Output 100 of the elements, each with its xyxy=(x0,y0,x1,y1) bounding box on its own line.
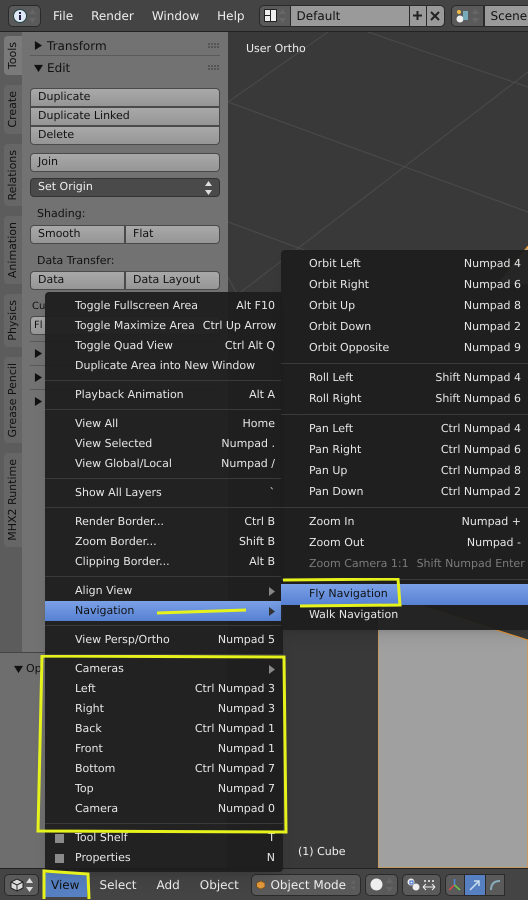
menu-item[interactable]: Right Numpad 3 xyxy=(45,699,283,719)
pivot-dropdown[interactable] xyxy=(402,874,441,896)
add-layout-button[interactable] xyxy=(408,4,427,26)
layout-name-field[interactable]: Default xyxy=(290,4,409,26)
tool-button[interactable]: Flat xyxy=(125,224,220,244)
tool-button[interactable]: Data xyxy=(30,271,125,290)
menu-item[interactable]: Pan Right Ctrl Numpad 6 xyxy=(281,440,528,461)
panel-header[interactable]: Edit xyxy=(30,56,220,80)
tool-button[interactable]: Duplicate Linked xyxy=(30,107,220,126)
shortcut-text: Numpad / xyxy=(221,456,275,472)
menu-item[interactable]: Zoom Border... Shift B xyxy=(45,532,283,552)
menu-item[interactable]: Properties N xyxy=(45,848,283,868)
shortcut-text: Ctrl Numpad 1 xyxy=(194,720,275,737)
menu-item[interactable]: Roll Left Shift Numpad 4 xyxy=(281,368,528,389)
menu-item[interactable]: View Global/Local Numpad / xyxy=(45,454,283,474)
info-editor-button[interactable] xyxy=(8,4,41,26)
menu-bar-item[interactable]: Help xyxy=(211,6,251,24)
close-icon xyxy=(430,10,440,20)
mode-dropdown[interactable]: Object Mode xyxy=(250,874,361,896)
menu-item[interactable]: Orbit Up Numpad 8 xyxy=(281,296,528,317)
up-down-arrows-icon xyxy=(278,8,286,22)
menu-item[interactable]: Orbit Opposite Numpad 9 xyxy=(281,338,528,359)
editor-type-button[interactable] xyxy=(4,874,39,896)
shortcut-text: Ctrl B xyxy=(244,514,275,530)
menu-item[interactable]: Render Border... Ctrl B xyxy=(45,512,283,532)
menu-item[interactable]: Pan Left Ctrl Numpad 4 xyxy=(281,419,528,440)
shading-dropdown[interactable] xyxy=(364,874,398,896)
set-origin-dropdown[interactable]: Set Origin xyxy=(30,178,220,197)
shortcut-text: Shift B xyxy=(238,534,275,550)
checkbox[interactable] xyxy=(54,832,65,844)
tool-button[interactable]: Duplicate xyxy=(30,88,220,107)
up-down-arrows-icon xyxy=(205,180,212,194)
menu-item[interactable]: Orbit Down Numpad 2 xyxy=(281,317,528,338)
menu-item[interactable]: Pan Down Ctrl Numpad 2 xyxy=(281,482,528,503)
menu-item[interactable]: Cameras xyxy=(45,659,283,679)
shortcut-text: Ctrl Up Arrow xyxy=(202,318,276,334)
disclosure-triangle-icon[interactable] xyxy=(34,41,43,50)
header-menu-item[interactable]: Add xyxy=(148,872,188,896)
shortcut-text: Alt A xyxy=(249,386,275,403)
menu-item[interactable]: Zoom Out Numpad - xyxy=(281,533,528,554)
menu-item[interactable]: View Selected Numpad . xyxy=(45,434,283,454)
tool-button[interactable]: Join xyxy=(30,153,220,172)
menu-item[interactable]: View Persp/Ortho Numpad 5 xyxy=(45,630,283,650)
shortcut-text: Ctrl Numpad 3 xyxy=(194,680,275,697)
menu-bar-item[interactable]: File xyxy=(47,6,80,24)
tool-button[interactable]: Smooth xyxy=(30,224,125,244)
menu-item[interactable]: Roll Right Shift Numpad 6 xyxy=(281,389,528,410)
tool-button[interactable]: Delete xyxy=(30,126,220,145)
shortcut-text: Numpad 9 xyxy=(464,340,521,356)
menu-item[interactable]: Bottom Ctrl Numpad 7 xyxy=(45,759,283,779)
menu-item[interactable]: Orbit Left Numpad 4 xyxy=(281,254,528,275)
menu-bar-item[interactable]: Window xyxy=(146,6,206,24)
shortcut-text: Ctrl Numpad 2 xyxy=(440,484,521,500)
header-menu-item[interactable]: Object xyxy=(192,872,247,896)
translate-button[interactable] xyxy=(464,874,485,896)
manipulator-button[interactable] xyxy=(444,874,465,896)
remove-layout-button[interactable] xyxy=(426,4,445,26)
disclosure-triangle-icon[interactable] xyxy=(34,349,43,358)
menu-item[interactable]: Playback Animation Alt A xyxy=(45,385,283,405)
menu-item[interactable]: Clipping Border... Alt B xyxy=(45,552,283,572)
menu-item[interactable]: Show All Layers ` xyxy=(45,483,283,503)
menu-item[interactable]: Duplicate Area into New Window xyxy=(45,356,283,376)
panel-header[interactable]: Transform xyxy=(30,36,220,56)
menu-item[interactable]: Fly Navigation xyxy=(281,584,528,605)
section-label: Data Transfer: xyxy=(36,252,116,268)
disclosure-triangle-icon[interactable] xyxy=(14,664,23,674)
menu-item[interactable]: Walk Navigation xyxy=(281,605,528,626)
header-menu-item[interactable]: Select xyxy=(91,872,145,896)
shortcut-text: Numpad 2 xyxy=(464,319,521,336)
disclosure-triangle-icon[interactable] xyxy=(34,373,43,382)
menu-item[interactable]: Orbit Right Numpad 6 xyxy=(281,275,528,296)
scene-name-field[interactable]: Scene xyxy=(484,4,528,26)
menu-item[interactable]: Camera Numpad 0 xyxy=(45,799,283,819)
menu-item[interactable]: Top Numpad 7 xyxy=(45,779,283,799)
checkbox[interactable] xyxy=(54,852,65,864)
disclosure-triangle-icon[interactable] xyxy=(34,397,43,406)
menu-item[interactable]: Toggle Fullscreen Area Alt F10 xyxy=(45,296,283,316)
menu-item[interactable]: Tool Shelf T xyxy=(45,828,283,848)
menu-item[interactable]: Toggle Maximize Area Ctrl Up Arrow xyxy=(45,316,283,336)
panel-title: Edit xyxy=(47,60,72,77)
menu-item[interactable]: Align View xyxy=(45,581,283,601)
layout-selector[interactable] xyxy=(258,4,291,26)
tool-button[interactable]: Data Layout xyxy=(125,271,220,290)
disclosure-triangle-icon[interactable] xyxy=(34,64,43,72)
rotate-button[interactable] xyxy=(484,874,505,896)
menu-item[interactable]: Toggle Quad View Ctrl Alt Q xyxy=(45,336,283,356)
menu-item[interactable]: Navigation xyxy=(45,601,283,621)
menu-bar-item[interactable]: Render xyxy=(85,6,140,24)
menu-item[interactable]: View All Home xyxy=(45,414,283,434)
grip-icon[interactable] xyxy=(208,42,220,48)
side-tab[interactable]: Tools xyxy=(4,36,22,76)
menu-item[interactable]: Front Numpad 1 xyxy=(45,739,283,759)
highlight-outline xyxy=(42,869,91,900)
menu-item[interactable]: Back Ctrl Numpad 1 xyxy=(45,719,283,739)
scene-selector[interactable] xyxy=(450,4,484,26)
menu-item[interactable]: Left Ctrl Numpad 3 xyxy=(45,679,283,699)
grip-icon[interactable] xyxy=(208,65,220,71)
menu-item[interactable]: Pan Up Ctrl Numpad 8 xyxy=(281,461,528,482)
menu-item[interactable]: Zoom In Numpad + xyxy=(281,512,528,533)
up-down-arrows-icon xyxy=(26,878,33,892)
